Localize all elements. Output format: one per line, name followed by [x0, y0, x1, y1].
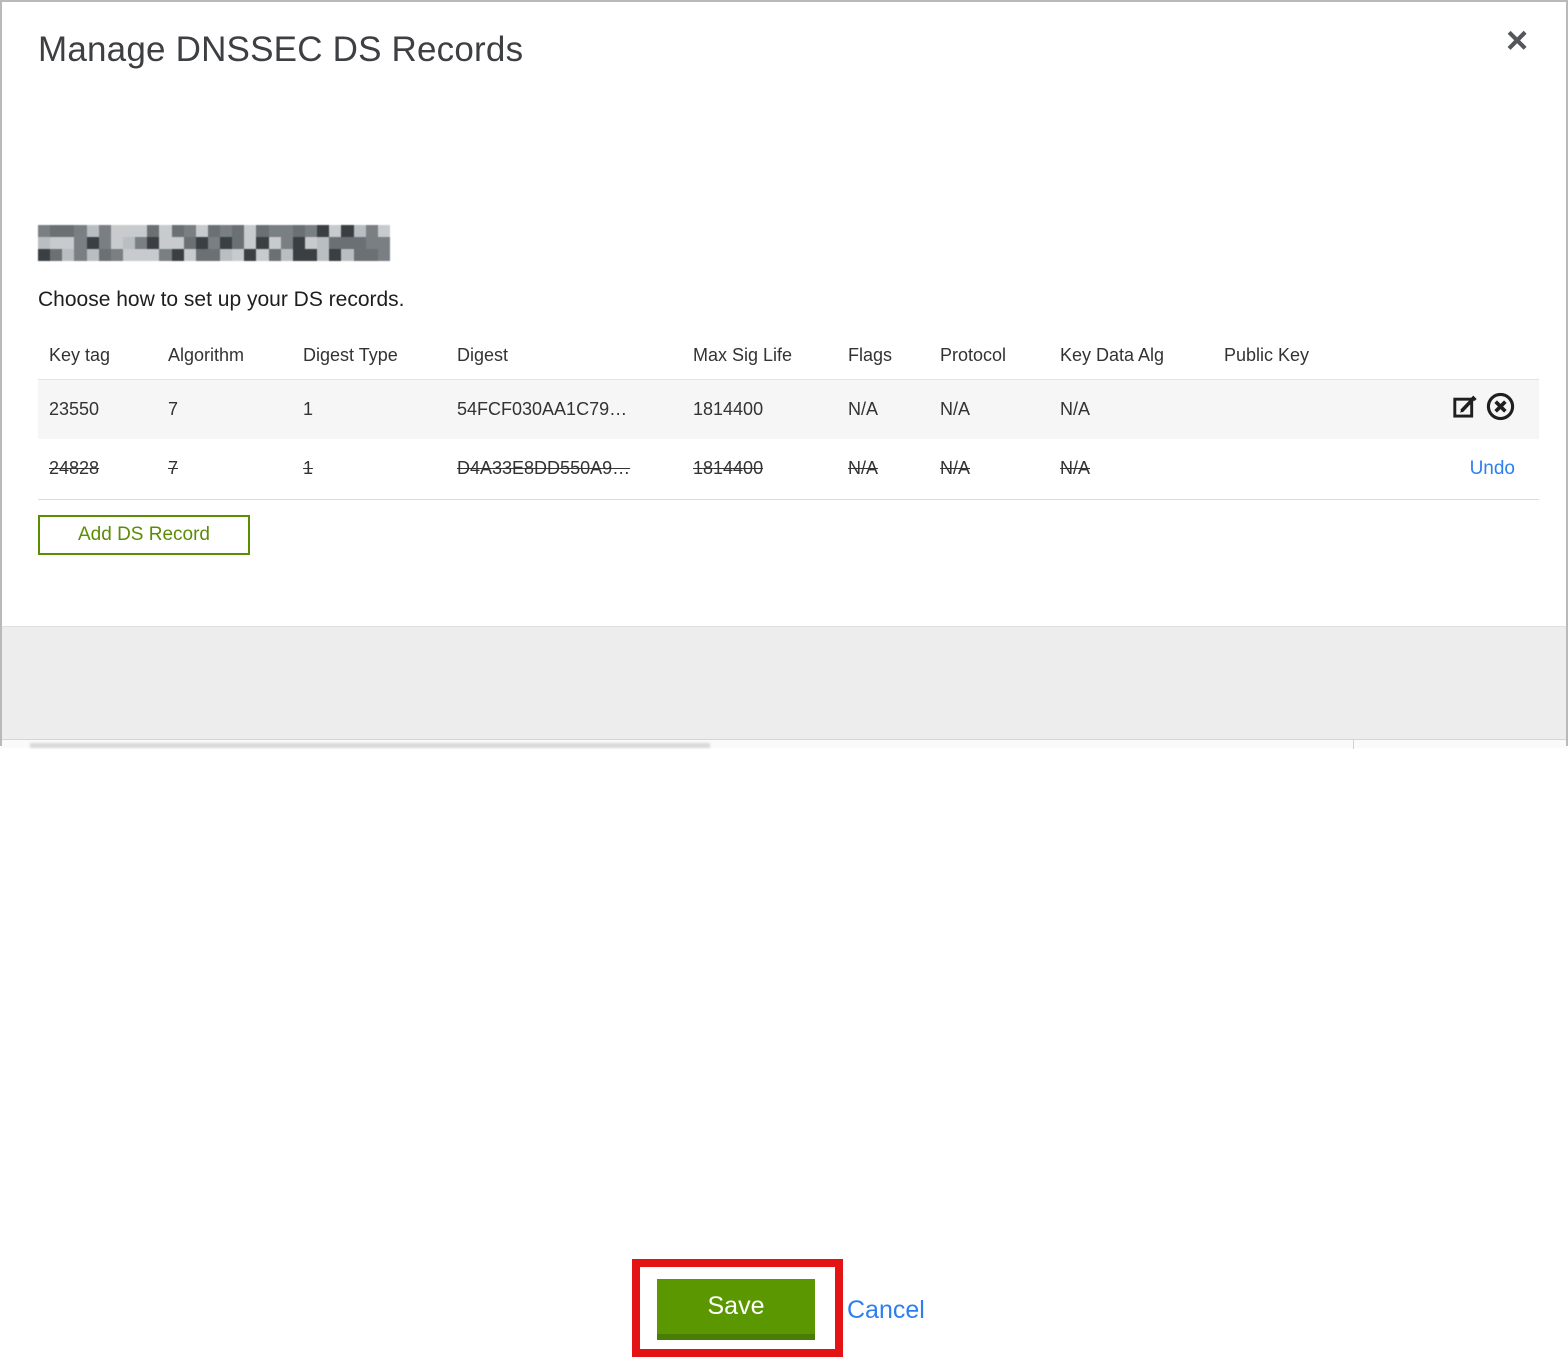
manage-dnssec-modal: Manage DNSSEC DS Records × Choose how to… [2, 2, 1566, 1357]
cell-max-sig-life: 1814400 [693, 458, 764, 479]
col-header-public-key: Public Key [1224, 332, 1374, 380]
ds-record-row-active: 23550 7 1 54FCF030AA1C79… 1814400 N/A N/… [38, 379, 1539, 439]
add-ds-record-button[interactable]: Add DS Record [38, 515, 250, 555]
cell-algorithm: 7 [168, 398, 179, 419]
col-header-flags: Flags [848, 332, 940, 380]
cell-flags: N/A [848, 398, 879, 419]
save-button[interactable]: Save [657, 1279, 815, 1340]
ghost-divider [1353, 740, 1354, 749]
cell-digest: D4A33E8DD550A9… [457, 458, 631, 479]
page-behind-modal-strip [2, 739, 1566, 749]
col-header-algorithm: Algorithm [168, 332, 303, 380]
undo-link[interactable]: Undo [1470, 458, 1515, 479]
cell-public-key [1224, 439, 1374, 499]
col-header-max-sig-life: Max Sig Life [693, 332, 848, 380]
col-header-key-data-alg: Key Data Alg [1060, 332, 1224, 380]
cell-digest-type: 1 [303, 458, 314, 479]
cell-key-data-alg: N/A [1060, 398, 1091, 419]
col-header-key-tag: Key tag [38, 332, 168, 380]
ds-records-table: Key tag Algorithm Digest Type Digest Max… [38, 332, 1539, 500]
cell-key-tag: 23550 [49, 398, 100, 419]
col-header-actions [1374, 332, 1539, 380]
cell-flags: N/A [848, 458, 879, 479]
cell-public-key [1224, 379, 1374, 439]
ds-record-row-deleted: 24828 7 1 D4A33E8DD550A9… 1814400 N/A N/… [38, 439, 1539, 499]
cell-key-tag: 24828 [49, 458, 100, 479]
delete-record-icon[interactable] [1486, 392, 1515, 426]
col-header-digest-type: Digest Type [303, 332, 457, 380]
modal-footer: Save Cancel [2, 626, 1566, 1357]
page-title: Manage DNSSEC DS Records [38, 30, 524, 69]
cell-digest-type: 1 [303, 398, 314, 419]
cell-algorithm: 7 [168, 458, 179, 479]
cell-max-sig-life: 1814400 [693, 398, 764, 419]
cancel-link[interactable]: Cancel [847, 1296, 925, 1325]
instruction-text: Choose how to set up your DS records. [38, 288, 405, 311]
close-icon[interactable]: × [1502, 18, 1532, 64]
col-header-digest: Digest [457, 332, 693, 380]
cell-protocol: N/A [940, 458, 971, 479]
table-header-row: Key tag Algorithm Digest Type Digest Max… [38, 332, 1539, 380]
col-header-protocol: Protocol [940, 332, 1060, 380]
edit-record-icon[interactable] [1452, 393, 1479, 425]
cell-key-data-alg: N/A [1060, 458, 1091, 479]
redacted-domain-name [38, 225, 390, 261]
cell-protocol: N/A [940, 398, 971, 419]
cell-digest: 54FCF030AA1C79… [457, 398, 628, 419]
